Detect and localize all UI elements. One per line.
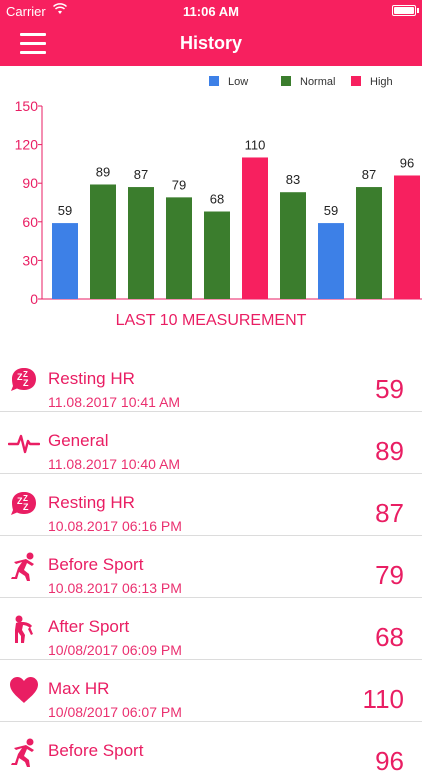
svg-text:Z: Z xyxy=(23,502,29,512)
sleep-bubble-icon: ZZZ xyxy=(8,364,40,396)
legend-label-low: Low xyxy=(228,76,248,88)
legend-swatch-normal xyxy=(281,76,291,86)
status-bar: Carrier 11:06 AM xyxy=(0,0,422,22)
legend-label-high: High xyxy=(370,76,393,88)
measurement-type: Resting HR xyxy=(48,493,135,512)
heart-rate-value: 96 xyxy=(375,746,404,776)
y-tick-label: 30 xyxy=(22,252,38,268)
y-tick-label: 0 xyxy=(30,291,38,307)
battery-icon xyxy=(392,5,416,16)
measurement-type: Before Sport xyxy=(48,555,144,574)
measurement-type: Before Sport xyxy=(48,741,144,760)
heart-rate-value: 79 xyxy=(375,560,404,590)
bar-5 xyxy=(204,211,230,299)
bar-chart: Low Normal High 0 30 60 90 120 150 59 89 87 79 68 110 8… xyxy=(15,76,422,307)
history-list: Z Z Z Resting HR 11.08.2017 10:41 AM 59 Genera… xyxy=(0,350,422,783)
heart-rate-value: 110 xyxy=(362,684,404,714)
heart-rate-value: 87 xyxy=(375,498,404,528)
bar-1 xyxy=(52,223,78,299)
history-row[interactable]: Before Sport 10.08.2017 06:13 PM 79 xyxy=(0,536,422,598)
chart-caption: LAST 10 MEASUREMENT xyxy=(115,312,307,329)
heart-rate-value: 59 xyxy=(375,374,404,404)
y-tick-label: 90 xyxy=(22,175,38,191)
pulse-icon xyxy=(7,426,41,458)
measurement-type: General xyxy=(48,431,109,450)
page-title: History xyxy=(179,33,242,53)
bar-value-label-2: 89 xyxy=(96,164,110,179)
tired-athlete-icon xyxy=(8,612,40,644)
heart-rate-value: 68 xyxy=(375,622,404,652)
bar-value-label-6: 110 xyxy=(245,137,266,152)
measurement-type: Max HR xyxy=(48,679,110,698)
bar-value-label-8: 59 xyxy=(324,203,338,218)
history-row[interactable]: Before Sport 96 xyxy=(0,722,422,783)
bar-value-label-10: 96 xyxy=(400,155,414,170)
bar-4 xyxy=(166,197,192,299)
bar-value-label-7: 83 xyxy=(286,172,300,187)
y-tick-label: 60 xyxy=(22,214,38,230)
history-chart: Low Normal High 0 30 60 90 120 150 59 89 87 79 68 110 8… xyxy=(0,66,422,356)
measurement-date: 10/08/2017 06:07 PM xyxy=(48,704,182,720)
clock: 11:06 AM xyxy=(183,4,239,19)
history-row[interactable]: Max HR 10/08/2017 06:07 PM 110 xyxy=(0,660,422,722)
svg-text:Z: Z xyxy=(23,378,29,388)
bar-10 xyxy=(394,175,420,299)
bar-value-label-9: 87 xyxy=(362,167,376,182)
measurement-type: After Sport xyxy=(48,617,130,636)
measurement-date: 10/08/2017 06:09 PM xyxy=(48,642,182,658)
bar-value-label-3: 87 xyxy=(134,167,148,182)
legend-swatch-low xyxy=(209,76,219,86)
runner-start-icon xyxy=(8,550,40,582)
bar-9 xyxy=(356,187,382,299)
bar-6 xyxy=(242,157,268,299)
history-row[interactable]: General 11.08.2017 10:40 AM 89 xyxy=(0,412,422,474)
bar-8 xyxy=(318,223,344,299)
runner-start-icon xyxy=(8,736,40,768)
y-tick-label: 150 xyxy=(15,98,39,114)
bar-value-label-5: 68 xyxy=(210,192,224,207)
bar-value-label-4: 79 xyxy=(172,177,186,192)
history-row[interactable]: Z Z Z Resting HR 11.08.2017 10:41 AM 59 xyxy=(0,350,422,412)
legend-label-normal: Normal xyxy=(300,76,335,88)
measurement-date: 10.08.2017 06:13 PM xyxy=(48,580,182,596)
heart-icon xyxy=(8,674,40,706)
measurement-date: 10.08.2017 06:16 PM xyxy=(48,518,182,534)
bar-2 xyxy=(90,184,116,299)
heart-rate-value: 89 xyxy=(375,436,404,466)
measurement-type: Resting HR xyxy=(48,369,135,388)
history-row[interactable]: After Sport 10/08/2017 06:09 PM 68 xyxy=(0,598,422,660)
nav-bar: History xyxy=(0,22,422,66)
history-row[interactable]: Z Z Z Resting HR 10.08.2017 06:16 PM 87 xyxy=(0,474,422,536)
bar-value-label-1: 59 xyxy=(58,203,72,218)
battery-tip xyxy=(417,8,419,13)
legend-swatch-high xyxy=(351,76,361,86)
y-tick-label: 120 xyxy=(15,137,39,153)
measurement-date: 11.08.2017 10:41 AM xyxy=(48,394,181,410)
bar-3 xyxy=(128,187,154,299)
bar-7 xyxy=(280,192,306,299)
measurement-date: 11.08.2017 10:40 AM xyxy=(48,456,181,472)
sleep-bubble-icon: ZZZ xyxy=(8,488,40,520)
